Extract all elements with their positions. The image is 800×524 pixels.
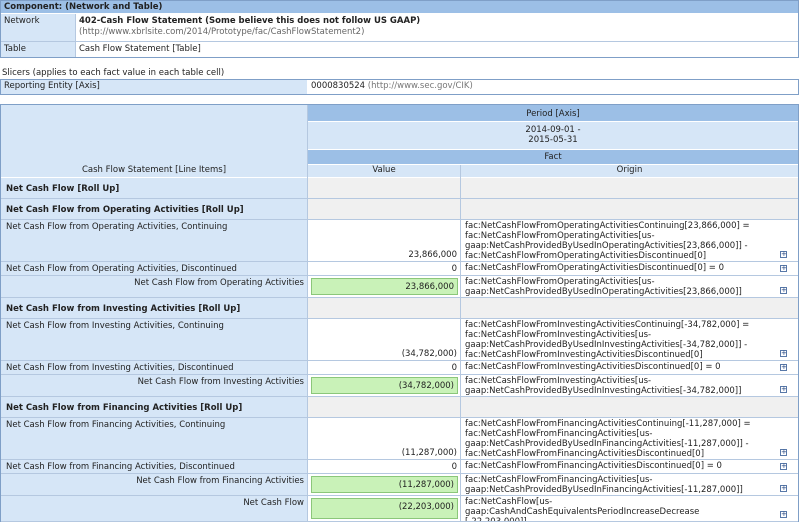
origin-header: Origin [461,165,798,177]
fact-value[interactable]: 0 [308,361,460,374]
fact-header: Fact [308,150,798,164]
expand-plus-icon[interactable]: + [780,449,787,456]
expand-plus-icon[interactable]: + [780,287,787,294]
column-divider [460,165,461,521]
total-value[interactable]: 23,866,000 [311,278,458,295]
expand-plus-icon[interactable]: + [780,265,787,272]
expand-plus-icon[interactable]: + [780,511,787,518]
fact-value[interactable]: 0 [308,262,460,275]
expand-plus-icon[interactable]: + [780,251,787,258]
line-items-header: Cash Flow Statement [Line Items] [81,165,227,175]
network-name: 402-Cash Flow Statement (Some believe th… [79,16,421,26]
fact-origin: fac:NetCashFlowFromFinancingActivities[u… [465,475,743,495]
total-value[interactable]: (11,287,000) [311,476,458,493]
reporting-entity-value: 0000830524 (http://www.sec.gov/CIK) [311,81,791,93]
fact-value[interactable]: 23,866,000 [308,220,460,261]
line-item-label: Net Cash Flow from Operating Activities [1,276,307,297]
fact-value[interactable]: (11,287,000) [308,418,460,459]
fact-origin: fac:NetCashFlowFromInvestingActivitiesCo… [465,320,750,360]
slicers-caption: Slicers (applies to each fact value in e… [2,68,225,78]
reporting-entity-url: (http://www.sec.gov/CIK) [367,81,473,91]
fact-origin: fac:NetCashFlowFromOperatingActivities[u… [465,277,742,297]
fact-origin: fac:NetCashFlow[us-gaap:CashAndCashEquiv… [465,497,700,522]
period-axis-header: Period [Axis] [308,105,798,121]
fact-origin: fac:NetCashFlowFromInvestingActivities[u… [465,376,742,396]
expand-plus-icon[interactable]: + [780,386,787,393]
line-item-label: Net Cash Flow from Financing Activities,… [1,418,307,459]
total-value[interactable]: (34,782,000) [311,377,458,394]
line-item-label: Net Cash Flow from Investing Activities [1,375,307,396]
line-item-label: Net Cash Flow from Financing Activities [1,474,307,495]
fact-value[interactable]: 0 [308,460,460,473]
table-name: Cash Flow Statement [Table] [79,44,201,54]
expand-plus-icon[interactable]: + [780,350,787,357]
line-item-label: Net Cash Flow from Financing Activities,… [1,460,307,473]
column-divider [307,105,308,521]
empty-origin-cell [461,178,798,198]
line-item-label: Net Cash Flow from Investing Activities,… [1,319,307,360]
expand-plus-icon[interactable]: + [780,364,787,371]
line-item-label: Net Cash Flow from Operating Activities,… [1,220,307,261]
component-title: Component: (Network and Table) [1,1,798,13]
empty-value-cell [308,397,460,417]
empty-origin-cell [461,298,798,318]
table-label: Table [1,42,75,57]
expand-plus-icon[interactable]: + [780,485,787,492]
fact-origin: fac:NetCashFlowFromFinancingActivitiesCo… [465,419,751,459]
line-item-label: Net Cash Flow from Investing Activities,… [1,361,307,374]
reporting-entity-axis-label: Reporting Entity [Axis] [1,80,307,94]
period-value: 2014-09-01 - 2015-05-31 [308,122,798,149]
reporting-entity-cik: 0000830524 [311,81,366,91]
empty-value-cell [308,178,460,198]
fact-origin: fac:NetCashFlowFromOperatingActivitiesCo… [465,221,750,261]
total-value[interactable]: (22,203,000) [311,498,458,519]
line-item-label: Net Cash Flow from Operating Activities,… [1,262,307,275]
fact-value[interactable]: (34,782,000) [308,319,460,360]
line-item-label: Net Cash Flow [1,496,307,521]
roll-up-label: Net Cash Flow [Roll Up] [1,178,307,198]
empty-value-cell [308,199,460,219]
network-label: Network [1,14,75,41]
roll-up-label: Net Cash Flow from Investing Activities … [1,298,307,318]
roll-up-label: Net Cash Flow from Operating Activities … [1,199,307,219]
period-start: 2014-09-01 - [525,125,581,135]
value-header: Value [308,165,460,177]
empty-origin-cell [461,199,798,219]
empty-origin-cell [461,397,798,417]
roll-up-label: Net Cash Flow from Financing Activities … [1,397,307,417]
empty-value-cell [308,298,460,318]
period-end: 2015-05-31 [528,135,578,145]
expand-plus-icon[interactable]: + [780,463,787,470]
network-url: (http://www.xbrlsite.com/2014/Prototype/… [79,27,365,37]
row-divider [1,521,798,522]
